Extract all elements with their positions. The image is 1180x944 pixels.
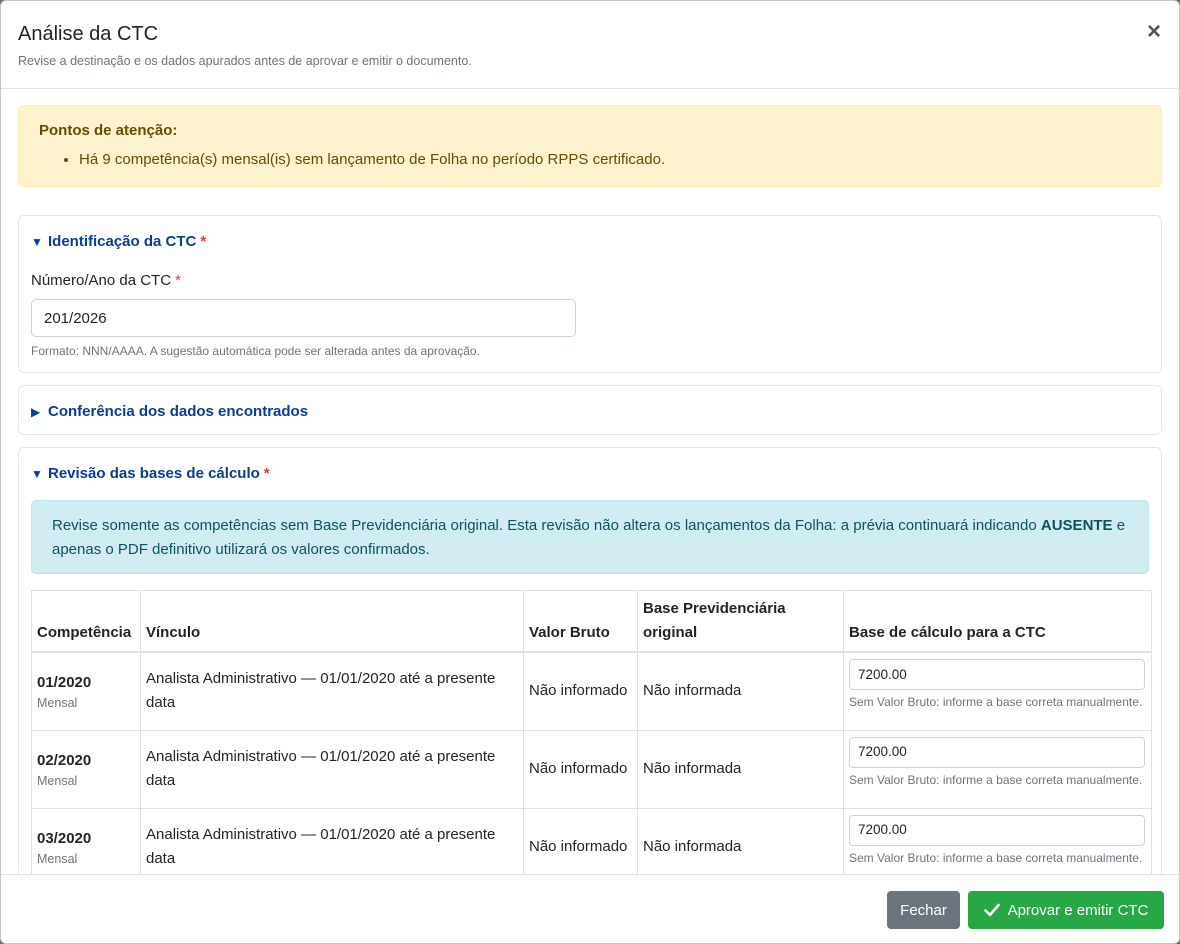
close-button[interactable]: Fechar [887,891,960,929]
modal-title: Análise da CTC [18,23,159,45]
valor-bruto: Não informado [523,729,638,809]
vinculo: Analista Administrativo — 01/01/2020 até… [140,729,524,809]
valor-bruto: Não informado [523,651,638,731]
valor-bruto: Não informado [523,807,638,874]
caret-down-icon: ▼ [31,234,43,249]
col-competencia: Competência [31,590,141,653]
table-row: 02/2020 Mensal Analista Administrativo — … [31,729,1152,809]
numero-ano-hint: Formato: NNN/AAAA. A sugestão automática… [31,344,480,358]
numero-ano-input[interactable]: 201/2026 [31,299,576,337]
section-title: Conferência dos dados encontrados [48,403,309,420]
base-ctc-input[interactable]: 7200.00 [849,814,1145,846]
base-original: Não informada [637,651,844,731]
table-row: 01/2020 Mensal Analista Administrativo — … [31,651,1152,731]
required-marker: * [263,465,270,482]
bases-table: Competência Vínculo Valor Bruto Base Pre… [31,590,1152,874]
competencia-tipo: Mensal [37,696,78,711]
section-revisao: ▼ Revisão das bases de cálculo * Revise … [18,447,1162,874]
section-conferencia: ▶ Conferência dos dados encontrados [18,385,1162,435]
base-ctc-hint: Sem Valor Bruto: informe a base correta … [849,695,1143,709]
modal-footer: Fechar Aprovar e emitir CTC [1,874,1179,943]
check-icon [983,903,1000,917]
col-valor-bruto: Valor Bruto [523,590,638,653]
competencia: 02/2020 [37,752,92,769]
vinculo: Analista Administrativo — 01/01/2020 até… [140,807,524,874]
vinculo: Analista Administrativo — 01/01/2020 até… [140,651,524,731]
competencia-tipo: Mensal [37,774,78,788]
base-ctc-input[interactable]: 7200.00 [849,659,1145,690]
col-vinculo: Vínculo [140,590,524,653]
col-base-ctc: Base de cálculo para a CTC [843,590,1152,653]
section-title: Revisão das bases de cálculo [48,465,260,482]
competencia: 03/2020 [37,830,92,847]
modal-subtitle: Revise a destinação e os dados apurados … [18,54,472,68]
revision-info: Revise somente as competências sem Base … [31,500,1149,574]
alert-title: Pontos de atenção: [39,122,178,139]
required-marker: * [200,233,207,250]
ctc-analysis-modal: Análise da CTC Revise a destinação e os … [0,0,1180,944]
attention-alert: Pontos de atenção: Há 9 competência(s) m… [18,105,1162,187]
base-original: Não informada [637,807,844,874]
base-original: Não informada [637,729,844,809]
section-toggle-conferencia[interactable]: ▶ Conferência dos dados encontrados [31,386,1149,420]
base-ctc-hint: Sem Valor Bruto: informe a base correta … [849,772,1143,787]
base-ctc-hint: Sem Valor Bruto: informe a base correta … [849,850,1143,865]
modal-header: Análise da CTC Revise a destinação e os … [1,1,1179,89]
approve-label: Aprovar e emitir CTC [1007,901,1149,919]
table-header-row: Competência Vínculo Valor Bruto Base Pre… [31,590,1152,653]
section-identificacao: ▼ Identificação da CTC * Número/Ano da C… [18,215,1162,373]
col-base-original: Base Previdenciária original [637,590,844,653]
caret-down-icon: ▼ [31,466,43,481]
close-icon[interactable]: × [1147,20,1161,44]
table-row: 03/2020 Mensal Analista Administrativo — … [31,807,1152,874]
modal-body[interactable]: Pontos de atenção: Há 9 competência(s) m… [1,89,1179,874]
approve-emit-button[interactable]: Aprovar e emitir CTC [968,891,1164,929]
alert-item: Há 9 competência(s) mensal(is) sem lança… [79,151,1141,168]
ausente-label: AUSENTE [1040,517,1113,534]
numero-ano-label: Número/Ano da CTC * [31,272,181,289]
section-toggle-identificacao[interactable]: ▼ Identificação da CTC * [31,216,1149,250]
alert-list: Há 9 competência(s) mensal(is) sem lança… [39,151,1141,168]
competencia: 01/2020 [37,674,92,692]
competencia-tipo: Mensal [37,852,78,866]
base-ctc-input[interactable]: 7200.00 [849,736,1145,768]
section-title: Identificação da CTC [48,233,197,250]
caret-right-icon: ▶ [31,404,41,419]
section-toggle-revisao[interactable]: ▼ Revisão das bases de cálculo * [31,448,1149,482]
